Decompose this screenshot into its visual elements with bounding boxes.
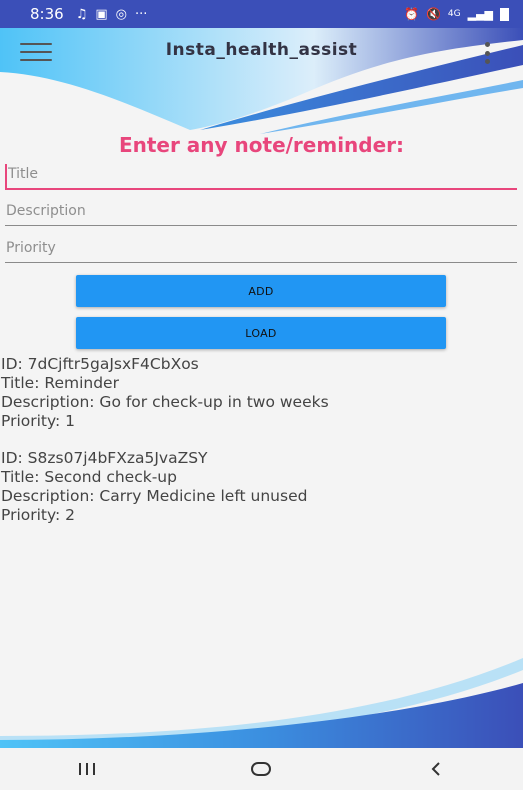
note-id: ID: 7dCjftr5gaJsxF4CbXos [1, 355, 199, 373]
note-priority: Priority: 1 [1, 412, 76, 430]
signal-icon: ▂▄▆ [467, 7, 493, 21]
music-note-icon: ♫ [75, 6, 88, 22]
list-item: ID: S8zs07j4bFXza5JvaZSY Title: Second c… [1, 449, 521, 525]
overflow-menu-icon[interactable] [483, 42, 491, 64]
note-title: Title: Second check-up [1, 468, 177, 486]
mute-icon: 🔇 [425, 7, 441, 21]
load-button[interactable]: LOAD [76, 317, 446, 349]
note-title: Title: Reminder [1, 374, 119, 392]
note-id: ID: S8zs07j4bFXza5JvaZSY [1, 449, 208, 467]
more-icon: ··· [134, 6, 148, 22]
status-bar: 8:36 ♫ ▣ ◎ ··· ⏰ 🔇 4G ▂▄▆ [0, 0, 523, 28]
battery-icon [500, 7, 509, 21]
form-heading: Enter any note/reminder: [118, 133, 405, 157]
bottom-wave-decoration [0, 658, 523, 748]
add-button[interactable]: ADD [76, 275, 446, 307]
4g-icon: 4G [447, 9, 461, 19]
image-icon: ▣ [95, 6, 108, 22]
home-icon[interactable] [241, 754, 281, 784]
note-description: Description: Go for check-up in two week… [1, 393, 329, 411]
system-nav-bar [0, 748, 523, 790]
title-input[interactable] [5, 164, 517, 190]
status-time: 8:36 [30, 5, 64, 23]
instagram-icon: ◎ [115, 6, 127, 22]
alarm-icon: ⏰ [404, 7, 419, 21]
note-description: Description: Carry Medicine left unused [1, 487, 308, 505]
note-priority: Priority: 2 [1, 506, 76, 524]
app-title: Insta_health_assist [165, 40, 358, 60]
priority-input[interactable] [5, 237, 517, 263]
notes-list: ID: 7dCjftr5gaJsxF4CbXos Title: Reminder… [1, 355, 521, 543]
back-icon[interactable] [416, 754, 456, 784]
recents-icon[interactable] [67, 754, 107, 784]
status-right-icons: ⏰ 🔇 4G ▂▄▆ [404, 7, 509, 21]
description-input[interactable] [5, 200, 517, 226]
list-item: ID: 7dCjftr5gaJsxF4CbXos Title: Reminder… [1, 355, 521, 431]
